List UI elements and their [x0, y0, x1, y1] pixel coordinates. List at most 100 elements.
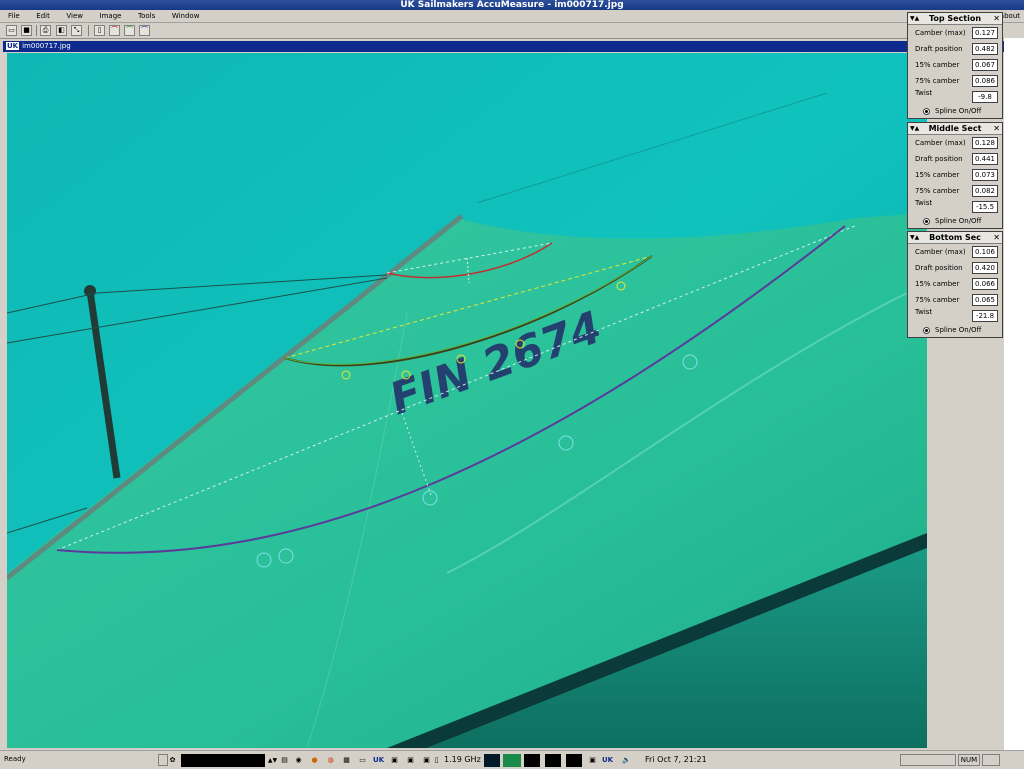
- shell-icon[interactable]: ◍: [324, 754, 337, 767]
- windows-icon[interactable]: ▣: [586, 754, 599, 767]
- load-graph: [566, 754, 582, 767]
- notes-icon[interactable]: ▤: [278, 754, 291, 767]
- sail-image-canvas[interactable]: FIN 2674: [7, 53, 927, 748]
- value-field[interactable]: -15.5: [972, 201, 998, 213]
- camber-15-row: 15% camber 0.066: [908, 276, 1002, 292]
- windows-icon[interactable]: ▣: [404, 754, 417, 767]
- panel-title: Top Section: [928, 14, 982, 23]
- status-bar: Ready ✿ ▲▼ ▤ ◉ ● ◍ ▦ ▭ UK ▣ ▣ ▣ ▯ 1.19 G…: [0, 750, 1024, 769]
- spline-radio[interactable]: [923, 108, 930, 115]
- menu-bar: File Edit View Image Tools Window about: [0, 10, 1024, 23]
- collapse-arrows-icon[interactable]: ▼▲: [910, 232, 919, 243]
- draft-position-row: Draft position 0.441: [908, 151, 1002, 167]
- value-field[interactable]: 0.073: [972, 169, 998, 181]
- value-field[interactable]: 0.067: [972, 59, 998, 71]
- row-label: Twist: [915, 199, 933, 207]
- draw-red-curve-icon[interactable]: ⌒: [109, 25, 120, 36]
- cpu-frequency: 1.19 GHz: [444, 755, 481, 764]
- value-field[interactable]: -9.8: [972, 91, 998, 103]
- menu-file[interactable]: File: [0, 10, 26, 22]
- panel-title: Bottom Sec: [929, 233, 981, 242]
- row-label: Draft position: [915, 45, 963, 53]
- row-label: 15% camber: [915, 280, 960, 288]
- close-icon[interactable]: ✕: [993, 13, 1000, 24]
- row-label: Twist: [915, 89, 933, 97]
- row-label: 15% camber: [915, 171, 960, 179]
- spline-label: Spline On/Off: [935, 326, 982, 334]
- draw-blue-curve-icon[interactable]: ⌒: [139, 25, 150, 36]
- camber-15-row: 15% camber 0.067: [908, 57, 1002, 73]
- value-field[interactable]: -21.8: [972, 310, 998, 322]
- panel-header[interactable]: ▼▲ Bottom Sec ✕: [908, 232, 1002, 244]
- top-section-panel: ▼▲ Top Section ✕ Camber (max) 0.127 Draft…: [907, 12, 1003, 119]
- network-graph: [524, 754, 540, 767]
- save-icon[interactable]: ■: [21, 25, 32, 36]
- workspace-background: [1004, 38, 1024, 750]
- uk-app-icon[interactable]: UK: [372, 754, 385, 767]
- app-titlebar: UK Sailmakers AccuMeasure - im000717.jpg: [0, 0, 1024, 10]
- collapse-arrows-icon[interactable]: ▼▲: [910, 123, 919, 134]
- open-folder-icon[interactable]: ▭: [6, 25, 17, 36]
- print-icon[interactable]: ⎙: [40, 25, 51, 36]
- value-field[interactable]: 0.420: [972, 262, 998, 274]
- window-icon[interactable]: ▭: [356, 754, 369, 767]
- close-icon[interactable]: ✕: [993, 123, 1000, 134]
- document-icon[interactable]: ▯: [94, 25, 105, 36]
- panel-header[interactable]: ▼▲ Top Section ✕: [908, 13, 1002, 25]
- clock[interactable]: Fri Oct 7, 21:21: [645, 755, 707, 764]
- spline-radio[interactable]: [923, 218, 930, 225]
- panel-header[interactable]: ▼▲ Middle Sect ✕: [908, 123, 1002, 135]
- value-field[interactable]: 0.128: [972, 137, 998, 149]
- spline-radio[interactable]: [923, 327, 930, 334]
- spline-toggle[interactable]: Spline On/Off: [908, 105, 1002, 118]
- calculator-icon[interactable]: ▦: [340, 754, 353, 767]
- cpu-icon: ▯: [434, 756, 439, 764]
- toolbar: ▭ ■ ⎙ ◧ ⤡ ▯ ⌒ ⌒ ⌒: [0, 23, 1024, 39]
- gnome-foot-icon[interactable]: ✿: [166, 754, 179, 767]
- value-field[interactable]: 0.086: [972, 75, 998, 87]
- uk-app-icon[interactable]: UK: [601, 754, 614, 767]
- menu-window[interactable]: Window: [164, 10, 206, 22]
- menu-image[interactable]: Image: [92, 10, 128, 22]
- transform-icon[interactable]: ⤡: [71, 25, 82, 36]
- windows-icon[interactable]: ▣: [388, 754, 401, 767]
- value-field[interactable]: 0.127: [972, 27, 998, 39]
- menu-view[interactable]: View: [58, 10, 89, 22]
- value-field[interactable]: 0.066: [972, 278, 998, 290]
- row-label: 75% camber: [915, 296, 960, 304]
- spline-label: Spline On/Off: [935, 217, 982, 225]
- camber-15-row: 15% camber 0.073: [908, 167, 1002, 183]
- value-field[interactable]: 0.065: [972, 294, 998, 306]
- crop-icon[interactable]: ◧: [56, 25, 67, 36]
- toolbar-separator: [36, 25, 37, 36]
- spline-toggle[interactable]: Spline On/Off: [908, 215, 1002, 228]
- globe-icon[interactable]: ◉: [292, 754, 305, 767]
- spline-toggle[interactable]: Spline On/Off: [908, 324, 1002, 337]
- camber-75-row: 75% camber 0.086: [908, 73, 1002, 89]
- camber-max-row: Camber (max) 0.106: [908, 244, 1002, 260]
- twist-row: Twist -15.5: [908, 199, 1002, 215]
- value-field[interactable]: 0.082: [972, 185, 998, 197]
- middle-section-panel: ▼▲ Middle Sect ✕ Camber (max) 0.128 Draft…: [907, 122, 1003, 229]
- uk-logo-icon: UK: [6, 42, 20, 50]
- value-field[interactable]: 0.106: [972, 246, 998, 258]
- collapse-arrows-icon[interactable]: ▼▲: [910, 13, 919, 24]
- menu-tools[interactable]: Tools: [130, 10, 161, 22]
- memory-graph: [503, 754, 521, 767]
- draft-position-row: Draft position 0.420: [908, 260, 1002, 276]
- row-label: 75% camber: [915, 187, 960, 195]
- image-window-titlebar[interactable]: UK im000717.jpg: [3, 41, 1024, 52]
- row-label: Twist: [915, 308, 933, 316]
- value-field[interactable]: 0.482: [972, 43, 998, 55]
- camber-75-row: 75% camber 0.082: [908, 183, 1002, 199]
- toolbar-separator: [88, 25, 89, 36]
- twist-row: Twist -21.8: [908, 308, 1002, 324]
- draw-green-curve-icon[interactable]: ⌒: [124, 25, 135, 36]
- value-field[interactable]: 0.441: [972, 153, 998, 165]
- menu-edit[interactable]: Edit: [28, 10, 56, 22]
- close-icon[interactable]: ✕: [993, 232, 1000, 243]
- sail-photo[interactable]: FIN 2674: [7, 53, 927, 748]
- volume-icon[interactable]: 🔈: [620, 754, 633, 767]
- firefox-icon[interactable]: ●: [308, 754, 321, 767]
- cpu-graph: [484, 754, 500, 767]
